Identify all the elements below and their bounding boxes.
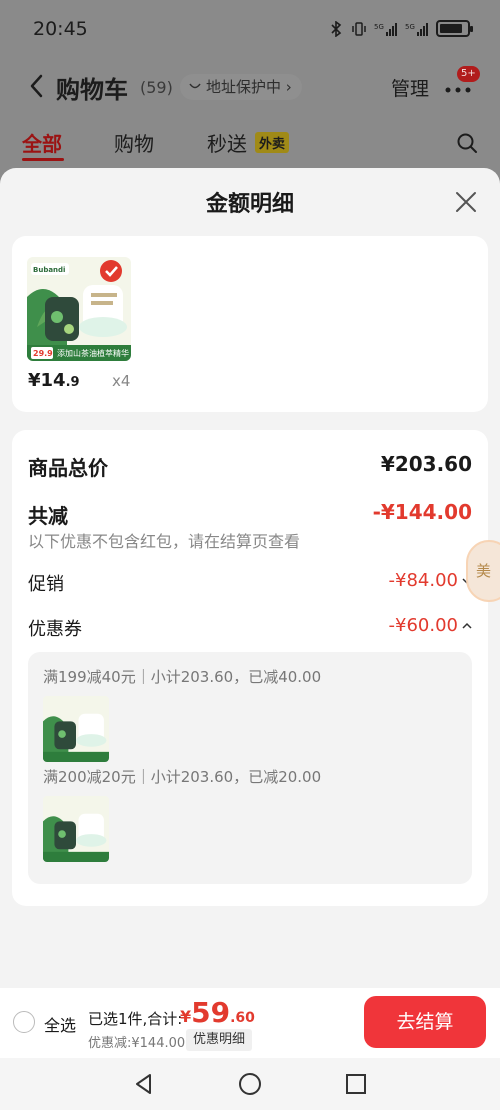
floating-assistant-avatar[interactable]: 美 — [466, 540, 500, 602]
promo-row[interactable]: -¥84.00 — [389, 570, 472, 591]
vibrate-icon — [352, 21, 366, 36]
svg-text:5G: 5G — [374, 23, 384, 31]
total-reduction-value: -¥144.00 — [372, 500, 472, 524]
select-all-radio[interactable] — [13, 1011, 35, 1033]
coupon-value: -¥60.00 — [388, 615, 458, 636]
tab-flash-delivery[interactable]: 秒送 — [207, 128, 247, 157]
status-icons: 5G 5G — [328, 20, 473, 37]
search-icon[interactable] — [456, 132, 478, 154]
svg-text:5G: 5G — [405, 23, 415, 31]
status-time: 20:45 — [33, 18, 88, 40]
total-amount: ¥59.60 — [180, 996, 255, 1029]
amount-detail-sheet: 金额明细 Bubandi 29.9 添加山茶油植萃精华 ¥14.9 x4 商品总… — [0, 168, 500, 988]
manage-button[interactable]: 管理 — [391, 74, 429, 101]
signal-5g-icon: 5G — [374, 22, 397, 36]
page-title: 购物车 — [56, 76, 128, 104]
shield-icon — [189, 83, 201, 89]
nav-back-icon[interactable] — [132, 1072, 156, 1096]
message-badge: 5+ — [457, 66, 480, 82]
tab-shopping[interactable]: 购物 — [114, 128, 154, 157]
nav-home-icon[interactable] — [238, 1072, 262, 1096]
cart-count: (59) — [140, 78, 173, 97]
address-protect-chip[interactable]: 地址保护中 › — [180, 74, 302, 100]
svg-text:29.9: 29.9 — [33, 349, 53, 358]
chevron-up-icon — [462, 622, 472, 629]
coupon-product-thumb-2[interactable] — [43, 796, 109, 862]
checkout-bar: 全选 已选1件,合计: ¥59.60 优惠减:¥144.00 优惠明细 去结算 — [0, 988, 500, 1058]
status-bar: 20:45 5G 5G — [0, 0, 500, 62]
tab-active-indicator — [22, 158, 64, 161]
price-breakdown-card: 商品总价 ¥203.60 共减 -¥144.00 以下优惠不包含红包，请在结算页… — [12, 430, 488, 906]
selected-item-card: Bubandi 29.9 添加山茶油植萃精华 ¥14.9 x4 — [12, 236, 488, 412]
cart-tabs: 全部 购物 秒送 外卖 — [0, 128, 500, 168]
select-all-label[interactable]: 全选 — [44, 1012, 76, 1036]
tab-all[interactable]: 全部 — [22, 128, 62, 157]
address-protect-label: 地址保护中 — [206, 78, 282, 96]
discount-amount: 优惠减:¥144.00 — [88, 1036, 186, 1051]
more-icon[interactable] — [444, 80, 474, 96]
coupon-row[interactable]: -¥60.00 — [389, 615, 472, 636]
close-icon[interactable] — [454, 190, 478, 214]
signal-5g-icon-2: 5G — [405, 22, 428, 36]
product-image[interactable]: Bubandi 29.9 添加山茶油植萃精华 — [27, 257, 131, 361]
battery-icon — [436, 20, 473, 37]
goods-total-value: ¥203.60 — [380, 452, 472, 476]
selected-summary: 已选1件,合计: — [88, 1010, 183, 1028]
svg-text:添加山茶油植萃精华: 添加山茶油植萃精华 — [57, 348, 129, 358]
goods-total-label: 商品总价 — [28, 456, 108, 480]
system-nav-bar — [0, 1058, 500, 1110]
total-reduction-label: 共减 — [28, 504, 68, 528]
coupon-detail-box: 满199减40元｜小计203.60，已减40.00 满200减20元｜小计203… — [28, 652, 472, 884]
sheet-title: 金额明细 — [205, 192, 294, 217]
promo-value: -¥84.00 — [388, 570, 458, 591]
discount-detail-button[interactable]: 优惠明细 — [186, 1029, 253, 1051]
svg-text:Bubandi: Bubandi — [33, 266, 65, 274]
nav-recents-icon[interactable] — [344, 1072, 368, 1096]
cart-header: 购物车 (59) 地址保护中 › 管理 5+ — [0, 62, 500, 110]
checkout-button[interactable]: 去结算 — [364, 996, 486, 1048]
takeaway-badge: 外卖 — [255, 132, 290, 153]
item-price: ¥14.9 — [28, 370, 80, 391]
coupon-product-thumb-1[interactable] — [43, 696, 109, 762]
coupon-line-2: 满200减20元｜小计203.60，已减20.00 — [43, 768, 322, 786]
back-icon[interactable] — [26, 72, 48, 100]
promo-label: 促销 — [28, 574, 64, 595]
reduction-note: 以下优惠不包含红包，请在结算页查看 — [28, 532, 301, 551]
coupon-line-1: 满199减40元｜小计203.60，已减40.00 — [43, 668, 322, 686]
coupon-label: 优惠券 — [28, 619, 82, 640]
bluetooth-icon — [331, 20, 342, 37]
item-quantity: x4 — [112, 372, 131, 390]
